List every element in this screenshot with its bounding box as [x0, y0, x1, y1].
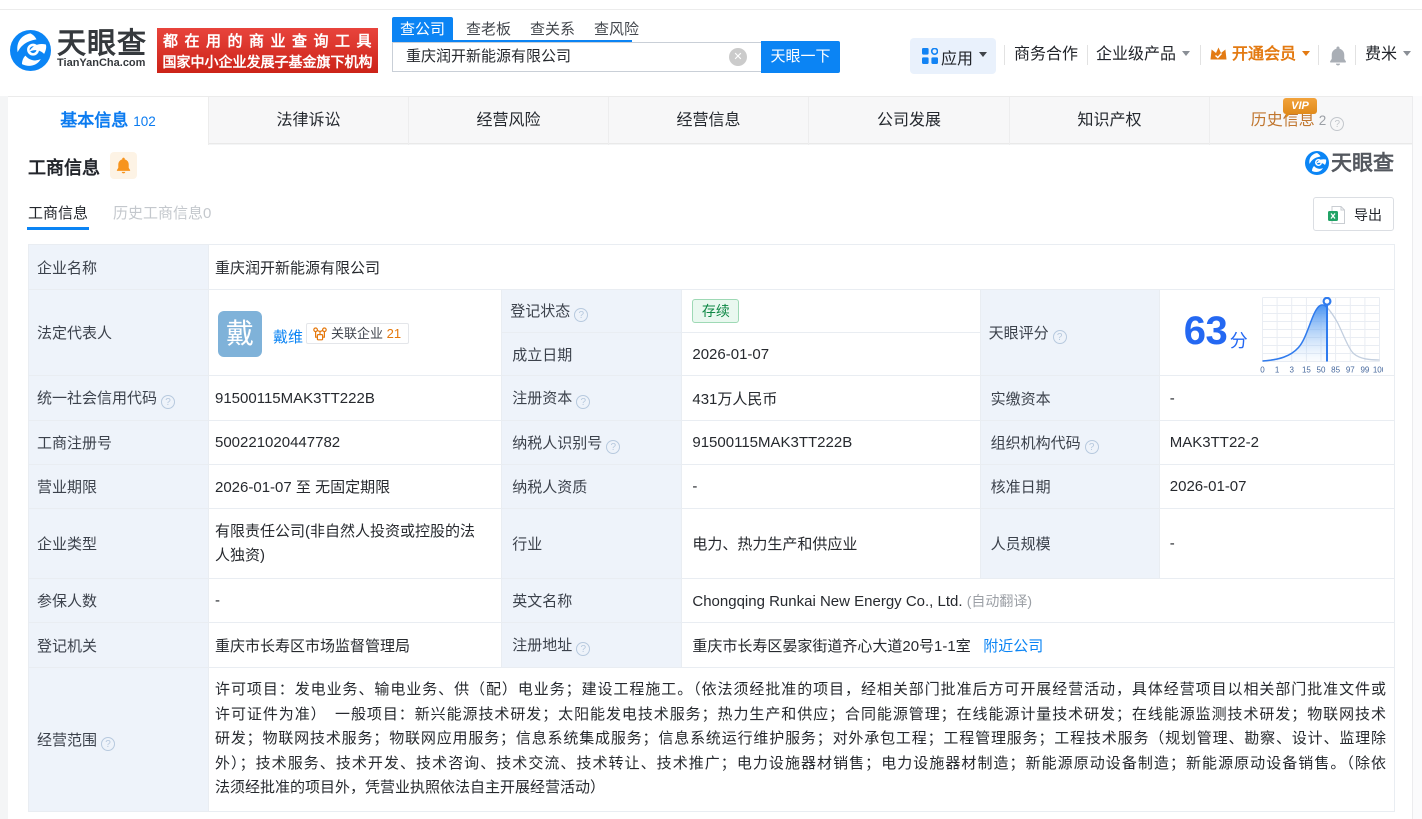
- svg-text:50: 50: [1316, 366, 1325, 375]
- svg-text:0: 0: [1260, 366, 1265, 375]
- svg-text:100: 100: [1373, 366, 1383, 375]
- svg-text:99: 99: [1360, 366, 1369, 375]
- svg-text:15: 15: [1302, 366, 1311, 375]
- svg-text:1: 1: [1275, 366, 1280, 375]
- svg-text:85: 85: [1331, 366, 1340, 375]
- svg-text:97: 97: [1346, 366, 1355, 375]
- svg-text:3: 3: [1289, 366, 1294, 375]
